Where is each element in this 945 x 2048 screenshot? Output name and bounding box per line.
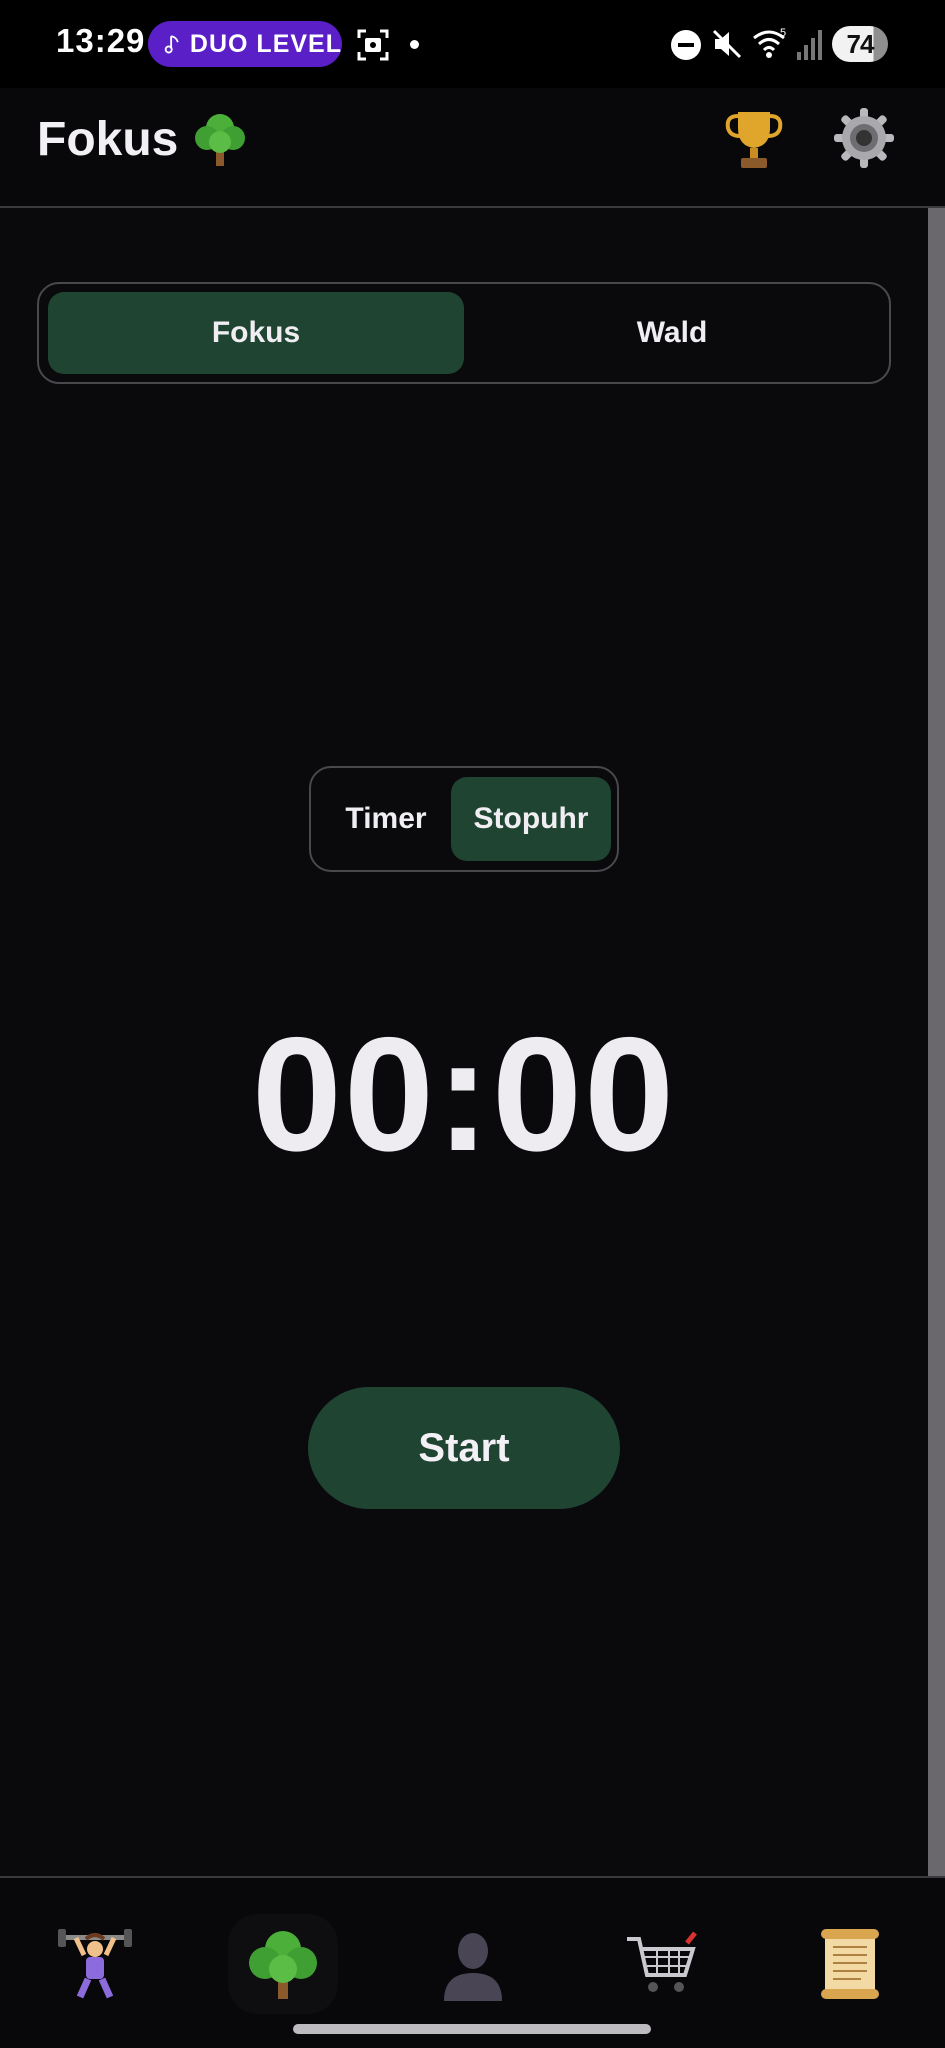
music-note-icon (164, 35, 179, 54)
title-row: Fokus (37, 110, 248, 168)
timer-mode-switch: Timer Stopuhr (309, 766, 619, 872)
app-bar: Fokus (0, 88, 945, 206)
person-icon (444, 1933, 502, 2001)
mute-icon (712, 29, 742, 59)
battery-icon: 74 (832, 26, 888, 62)
nav-item-workout[interactable] (40, 1914, 150, 2014)
tab-fokus[interactable]: Fokus (48, 292, 464, 374)
cart-icon (627, 1931, 697, 1992)
screenshot-icon (357, 29, 389, 61)
trophy-icon[interactable] (724, 106, 784, 172)
scrollbar-thumb[interactable] (928, 208, 945, 1876)
start-button[interactable]: Start (308, 1387, 620, 1509)
home-indicator[interactable] (293, 2024, 651, 2034)
status-time: 13:29 (56, 22, 146, 59)
mode-switch: Fokus Wald (37, 282, 891, 384)
bottom-nav (0, 1878, 945, 2048)
media-pill[interactable]: DUO LEVEL (148, 21, 342, 67)
nav-item-shop[interactable] (607, 1914, 717, 2014)
signal-icon (797, 30, 822, 60)
tab-stopuhr[interactable]: Stopuhr (451, 777, 611, 861)
battery-level: 74 (846, 29, 875, 59)
tab-wald[interactable]: Wald (464, 292, 880, 374)
nav-item-profile[interactable] (418, 1914, 528, 2014)
do-not-disturb-icon (671, 30, 701, 60)
notification-dot (410, 40, 419, 49)
gear-icon[interactable] (832, 106, 896, 170)
svg-text:5: 5 (780, 27, 786, 39)
wifi-icon: 5 (753, 27, 786, 58)
scroll-icon (821, 1929, 879, 1999)
media-pill-label: DUO LEVEL (189, 29, 342, 58)
nav-item-quests[interactable] (795, 1914, 905, 2014)
clock-display: 00:00 (251, 1004, 677, 1185)
page-title: Fokus (37, 112, 179, 166)
tab-timer[interactable]: Timer (319, 777, 453, 861)
weightlifter-icon (58, 1929, 132, 1999)
nav-item-forest[interactable] (228, 1914, 338, 2014)
status-bar: 13:29 DUO LEVEL 5 74 (0, 0, 945, 88)
tree-icon (195, 114, 246, 166)
tree-icon (249, 1931, 317, 1999)
